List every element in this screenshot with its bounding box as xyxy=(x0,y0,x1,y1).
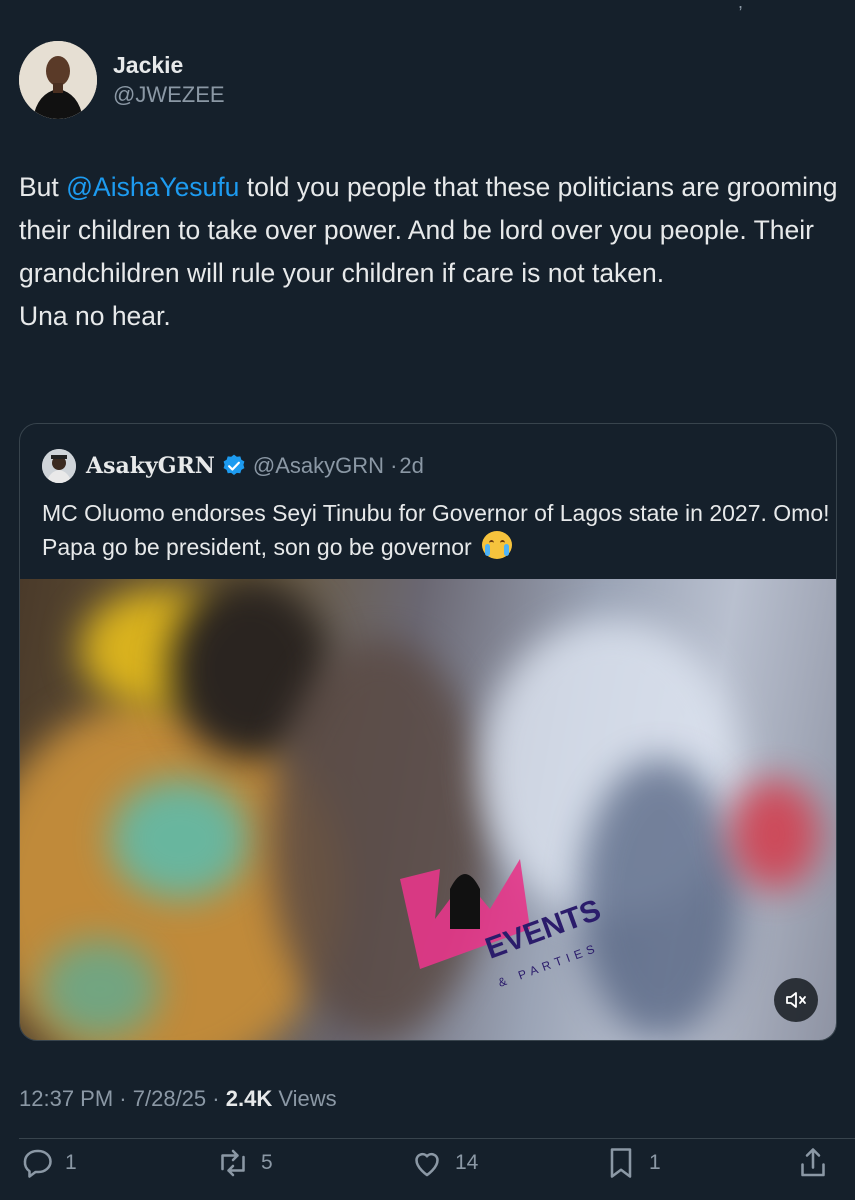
retweet-button[interactable]: 5 xyxy=(215,1145,273,1181)
meta-separator: · xyxy=(119,1086,133,1111)
heart-icon xyxy=(415,1152,439,1177)
meta-separator: · xyxy=(212,1086,226,1111)
quoted-avatar[interactable] xyxy=(42,449,76,483)
status-fragment-icon: , xyxy=(737,0,743,12)
author-display-name[interactable]: Jackie xyxy=(113,50,225,80)
tweet-body: But @AishaYesufu told you people that th… xyxy=(19,166,839,338)
share-icon xyxy=(801,1148,825,1177)
post-date[interactable]: 7/28/25 xyxy=(133,1086,206,1111)
crying-face-icon xyxy=(482,531,513,559)
reply-count: 1 xyxy=(65,1151,77,1174)
quoted-video[interactable]: EVENTS & PARTIES xyxy=(20,579,836,1040)
video-watermark-logo: EVENTS & PARTIES xyxy=(400,859,605,990)
avatar[interactable] xyxy=(19,41,97,119)
share-button[interactable] xyxy=(795,1145,841,1181)
action-bar: 1 5 14 1 xyxy=(19,1145,835,1189)
quoted-tweet[interactable]: AsakyGRN @AsakyGRN · 2d MC Oluomo endors… xyxy=(19,423,837,1041)
verified-badge-icon xyxy=(223,454,245,475)
retweet-icon xyxy=(221,1149,245,1177)
quoted-handle[interactable]: @AsakyGRN xyxy=(253,453,384,479)
views-label: Views xyxy=(278,1086,337,1111)
retweet-count: 5 xyxy=(261,1151,273,1174)
like-button[interactable]: 14 xyxy=(409,1145,478,1181)
mute-toggle[interactable] xyxy=(774,978,818,1022)
tweet-meta: 12:37 PM · 7/28/25 · 2.4K Views xyxy=(19,1086,337,1112)
avatar-image xyxy=(19,41,97,119)
bookmark-icon xyxy=(610,1148,632,1178)
reply-icon xyxy=(23,1149,52,1178)
tweet-text-last-line: Una no hear. xyxy=(19,301,171,331)
quoted-display-name[interactable]: AsakyGRN xyxy=(86,453,215,479)
quoted-text: MC Oluomo endorses Seyi Tinubu for Gover… xyxy=(42,496,832,564)
divider xyxy=(19,1138,855,1139)
bookmark-count: 1 xyxy=(649,1151,661,1174)
speaker-muted-icon xyxy=(786,992,806,1008)
post-time[interactable]: 12:37 PM xyxy=(19,1086,113,1111)
mention-link[interactable]: @AishaYesufu xyxy=(66,172,239,202)
views-count: 2.4K xyxy=(225,1086,273,1111)
dot-separator: · xyxy=(390,453,398,478)
reply-button[interactable]: 1 xyxy=(19,1145,77,1181)
author-handle[interactable]: @JWEZEE xyxy=(113,80,225,110)
quoted-text-body: MC Oluomo endorses Seyi Tinubu for Gover… xyxy=(42,500,830,560)
tweet-text-prefix: But xyxy=(19,172,67,202)
bookmark-button[interactable]: 1 xyxy=(603,1145,661,1181)
quoted-avatar-image xyxy=(42,449,76,483)
quoted-tweet-header: AsakyGRN @AsakyGRN · 2d xyxy=(42,448,424,484)
quoted-time[interactable]: 2d xyxy=(399,453,423,479)
like-count: 14 xyxy=(455,1151,479,1174)
top-status-strip: , xyxy=(0,0,855,12)
tweet-author[interactable]: Jackie @JWEZEE xyxy=(19,41,225,119)
